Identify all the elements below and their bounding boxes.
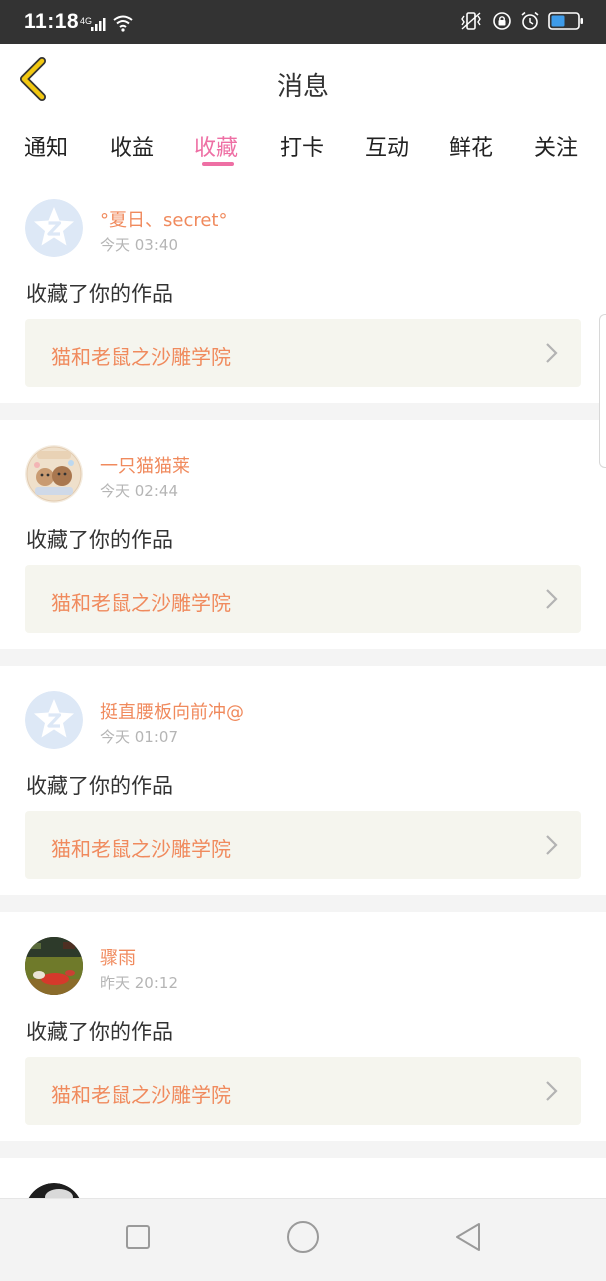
avatar[interactable] xyxy=(25,445,83,503)
work-link[interactable]: 猫和老鼠之沙雕学院 xyxy=(25,565,581,633)
alarm-icon xyxy=(520,11,540,35)
tab-bar: 通知 收益 收藏 打卡 互动 鲜花 关注 xyxy=(0,118,606,174)
tab-earnings[interactable]: 收益 xyxy=(110,130,154,162)
username[interactable]: 骤雨 xyxy=(100,944,136,970)
signal-icon xyxy=(90,16,106,36)
list-item: °夏日、secret° 今天 03:40 收藏了你的作品 猫和老鼠之沙雕学院 xyxy=(0,174,606,403)
timestamp: 今天 03:40 xyxy=(100,236,178,254)
action-text: 收藏了你的作品 xyxy=(26,528,173,552)
photo-avatar-icon xyxy=(28,1183,80,1198)
avatar[interactable] xyxy=(25,691,83,749)
vibrate-icon xyxy=(458,11,484,35)
circle-icon xyxy=(286,1220,320,1258)
chevron-right-icon xyxy=(545,1079,559,1103)
timestamp: 昨天 20:12 xyxy=(100,974,178,992)
tab-checkin[interactable]: 打卡 xyxy=(280,130,324,162)
divider xyxy=(0,403,606,420)
chevron-right-icon xyxy=(545,833,559,857)
work-title: 猫和老鼠之沙雕学院 xyxy=(51,1083,231,1107)
home-button[interactable] xyxy=(283,1219,323,1259)
default-avatar-icon xyxy=(25,199,83,257)
work-title: 猫和老鼠之沙雕学院 xyxy=(51,345,231,369)
tab-follows[interactable]: 关注 xyxy=(534,130,578,162)
avatar[interactable] xyxy=(25,1183,83,1198)
default-avatar-icon xyxy=(25,691,83,749)
tab-flowers[interactable]: 鲜花 xyxy=(449,130,493,162)
divider xyxy=(0,649,606,666)
chevron-right-icon xyxy=(545,587,559,611)
work-link[interactable]: 猫和老鼠之沙雕学院 xyxy=(25,319,581,387)
recent-apps-button[interactable] xyxy=(118,1219,158,1259)
tab-interactions[interactable]: 互动 xyxy=(365,130,409,162)
status-bar: 11:18 4G xyxy=(0,0,606,44)
action-text: 收藏了你的作品 xyxy=(26,774,173,798)
username[interactable]: 挺直腰板向前冲@ xyxy=(100,698,244,724)
list-item xyxy=(0,1158,606,1198)
lock-rotation-icon xyxy=(492,11,512,35)
divider xyxy=(0,895,606,912)
work-title: 猫和老鼠之沙雕学院 xyxy=(51,591,231,615)
work-link[interactable]: 猫和老鼠之沙雕学院 xyxy=(25,1057,581,1125)
list-item: 挺直腰板向前冲@ 今天 01:07 收藏了你的作品 猫和老鼠之沙雕学院 xyxy=(0,666,606,895)
avatar[interactable] xyxy=(25,937,83,995)
status-left-icons: 4G xyxy=(80,14,134,36)
page-title: 消息 xyxy=(276,72,329,102)
username[interactable]: 一只猫猫莱 xyxy=(100,452,190,478)
square-icon xyxy=(125,1224,151,1254)
back-nav-button[interactable] xyxy=(448,1219,488,1259)
status-right-icons xyxy=(458,11,584,35)
action-text: 收藏了你的作品 xyxy=(26,282,173,306)
chevron-right-icon xyxy=(545,341,559,365)
photo-avatar-icon xyxy=(25,445,83,503)
tab-notifications[interactable]: 通知 xyxy=(24,130,68,162)
wifi-icon xyxy=(112,14,134,36)
scrollbar[interactable] xyxy=(599,314,606,468)
action-text: 收藏了你的作品 xyxy=(26,1020,173,1044)
photo-avatar-icon xyxy=(25,937,83,995)
system-nav-bar xyxy=(0,1198,606,1281)
header: 消息 xyxy=(0,44,606,119)
tab-favorites[interactable]: 收藏 xyxy=(194,130,238,162)
work-title: 猫和老鼠之沙雕学院 xyxy=(51,837,231,861)
divider xyxy=(0,1141,606,1158)
triangle-back-icon xyxy=(453,1221,483,1257)
work-link[interactable]: 猫和老鼠之沙雕学院 xyxy=(25,811,581,879)
active-tab-indicator xyxy=(202,162,234,166)
list-item: 骤雨 昨天 20:12 收藏了你的作品 猫和老鼠之沙雕学院 xyxy=(0,912,606,1141)
list-item: 一只猫猫莱 今天 02:44 收藏了你的作品 猫和老鼠之沙雕学院 xyxy=(0,420,606,649)
username[interactable]: °夏日、secret° xyxy=(100,206,228,232)
battery-icon xyxy=(548,11,584,35)
timestamp: 今天 01:07 xyxy=(100,728,178,746)
timestamp: 今天 02:44 xyxy=(100,482,178,500)
avatar[interactable] xyxy=(25,199,83,257)
status-time: 11:18 xyxy=(24,10,80,33)
